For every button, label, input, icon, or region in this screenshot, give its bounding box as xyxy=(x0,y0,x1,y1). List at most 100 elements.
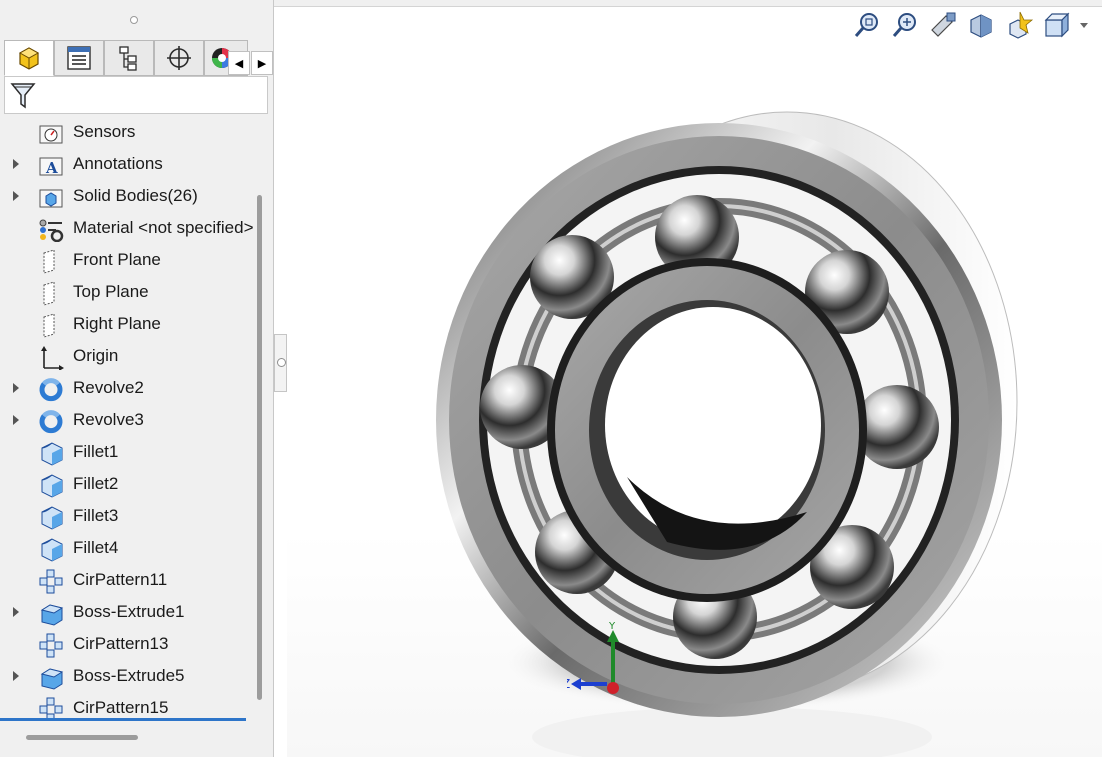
bearing-model[interactable] xyxy=(287,7,1102,757)
tree-item-label: CirPattern11 xyxy=(73,570,168,589)
boss-extrude-icon xyxy=(40,668,64,690)
fillet-icon xyxy=(41,538,63,562)
tree-item-label: Sensors xyxy=(73,122,136,141)
sensor-folder-icon xyxy=(39,125,63,144)
tree-horizontal-scrollbar[interactable] xyxy=(26,735,138,740)
tree-item[interactable]: Right Plane xyxy=(0,308,256,340)
triad-z-label: Z xyxy=(567,677,570,691)
expand-arrow-icon[interactable] xyxy=(13,191,19,201)
tab-dimxpert[interactable] xyxy=(154,40,204,76)
tree-item[interactable]: Origin xyxy=(0,340,256,372)
tree-item-label: Fillet4 xyxy=(73,538,119,557)
tree-item-label: Top Plane xyxy=(73,282,149,301)
section-view-icon[interactable] xyxy=(966,10,996,40)
triad-y-label: Y xyxy=(608,622,616,632)
tree-item[interactable]: Front Plane xyxy=(0,244,256,276)
revolve-icon xyxy=(39,410,63,434)
tree-item[interactable]: Fillet4 xyxy=(0,532,256,564)
circular-pattern-icon xyxy=(39,697,63,718)
circular-pattern-icon xyxy=(39,633,63,658)
tree-item-label: Material <not specified> xyxy=(73,218,254,237)
tree-item-label: Fillet3 xyxy=(73,506,119,525)
svg-text:A: A xyxy=(45,159,58,177)
previous-view-icon[interactable] xyxy=(928,10,958,40)
plane-icon xyxy=(43,313,55,338)
inner-ring-bore xyxy=(605,307,821,543)
tab-featuremanager[interactable] xyxy=(4,40,54,76)
ball xyxy=(855,385,939,469)
filter-funnel-icon[interactable] xyxy=(9,80,39,112)
reference-triad: Y Z xyxy=(567,622,619,694)
tree-item[interactable]: A Annotations xyxy=(0,148,256,180)
panel-splitter[interactable] xyxy=(274,334,287,392)
expand-arrow-icon[interactable] xyxy=(13,607,19,617)
featuremanager-icon xyxy=(18,47,40,70)
tree-item-label: Solid Bodies(26) xyxy=(73,186,198,205)
tree-item-label: Boss-Extrude5 xyxy=(73,666,185,685)
view-orientation-icon[interactable] xyxy=(1004,10,1034,40)
tree-item[interactable]: Boss-Extrude5 xyxy=(0,660,256,692)
tree-item[interactable]: Fillet1 xyxy=(0,436,256,468)
tab-scroll-right-button[interactable]: ▶ xyxy=(251,51,273,75)
property-manager-icon xyxy=(67,46,91,70)
heads-up-view-toolbar xyxy=(852,10,1102,44)
tab-configuration-manager[interactable] xyxy=(104,40,154,76)
circular-pattern-icon xyxy=(39,569,63,594)
tree-item-label: Fillet2 xyxy=(73,474,119,493)
filter-bar[interactable] xyxy=(4,76,268,114)
material-icon xyxy=(39,219,64,242)
tree-item[interactable]: CirPattern15 xyxy=(0,692,256,718)
feature-tree: Sensors A Annotations Solid Bodies(26) Mater… xyxy=(0,116,256,718)
solid-bodies-folder-icon xyxy=(39,189,63,208)
tree-vertical-scrollbar[interactable] xyxy=(257,195,262,700)
tree-item-label: CirPattern15 xyxy=(73,698,169,717)
graphics-area[interactable]: Y Z xyxy=(287,7,1102,757)
tree-item[interactable]: Fillet3 xyxy=(0,500,256,532)
feature-manager-panel: ◀ ▶ Sensors A Annotations Solid Bodies(26) M… xyxy=(0,0,274,757)
panel-grip-handle[interactable] xyxy=(130,16,138,24)
tree-item[interactable]: Revolve3 xyxy=(0,404,256,436)
tree-item-label: Boss-Extrude1 xyxy=(73,602,185,621)
tree-item-label: Annotations xyxy=(73,154,163,173)
tree-item[interactable]: CirPattern11 xyxy=(0,564,256,596)
tab-property-manager[interactable] xyxy=(54,40,104,76)
revolve-icon xyxy=(39,378,63,402)
tree-item[interactable]: CirPattern13 xyxy=(0,628,256,660)
annotations-folder-icon: A xyxy=(39,157,63,177)
boss-extrude-icon xyxy=(40,604,64,626)
tree-item-label: CirPattern13 xyxy=(73,634,169,653)
expand-arrow-icon[interactable] xyxy=(13,159,19,169)
tree-item-label: Revolve2 xyxy=(73,378,144,397)
plane-icon xyxy=(43,281,55,306)
tree-item[interactable]: Solid Bodies(26) xyxy=(0,180,256,212)
manager-tabs: ◀ ▶ xyxy=(4,40,274,76)
configuration-manager-icon xyxy=(119,46,137,71)
rollback-bar[interactable] xyxy=(0,718,246,721)
expand-arrow-icon[interactable] xyxy=(13,415,19,425)
tree-item[interactable]: Fillet2 xyxy=(0,468,256,500)
tree-item-label: Origin xyxy=(73,346,119,365)
expand-arrow-icon[interactable] xyxy=(13,671,19,681)
tree-item[interactable]: Sensors xyxy=(0,116,256,148)
zoom-to-fit-icon[interactable] xyxy=(852,10,882,40)
fillet-icon xyxy=(41,506,63,530)
fillet-icon xyxy=(41,474,63,498)
dimxpert-icon xyxy=(167,46,191,70)
tab-scroll-buttons: ◀ ▶ xyxy=(228,51,274,75)
plane-icon xyxy=(43,249,55,274)
tree-item[interactable]: Boss-Extrude1 xyxy=(0,596,256,628)
display-style-icon[interactable] xyxy=(1042,10,1072,40)
tree-item-label: Fillet1 xyxy=(73,442,119,461)
tree-item[interactable]: Material <not specified> xyxy=(0,212,256,244)
tree-item-label: Front Plane xyxy=(73,250,161,269)
tree-item-label: Right Plane xyxy=(73,314,161,333)
tree-item[interactable]: Revolve2 xyxy=(0,372,256,404)
expand-arrow-icon[interactable] xyxy=(13,383,19,393)
chevron-down-icon[interactable] xyxy=(1078,10,1090,40)
tree-item-label: Revolve3 xyxy=(73,410,144,429)
tree-item[interactable]: Top Plane xyxy=(0,276,256,308)
zoom-to-area-icon[interactable] xyxy=(890,10,920,40)
origin-icon xyxy=(41,346,64,370)
splitter-grip-icon xyxy=(277,358,286,367)
tab-scroll-left-button[interactable]: ◀ xyxy=(228,51,250,75)
